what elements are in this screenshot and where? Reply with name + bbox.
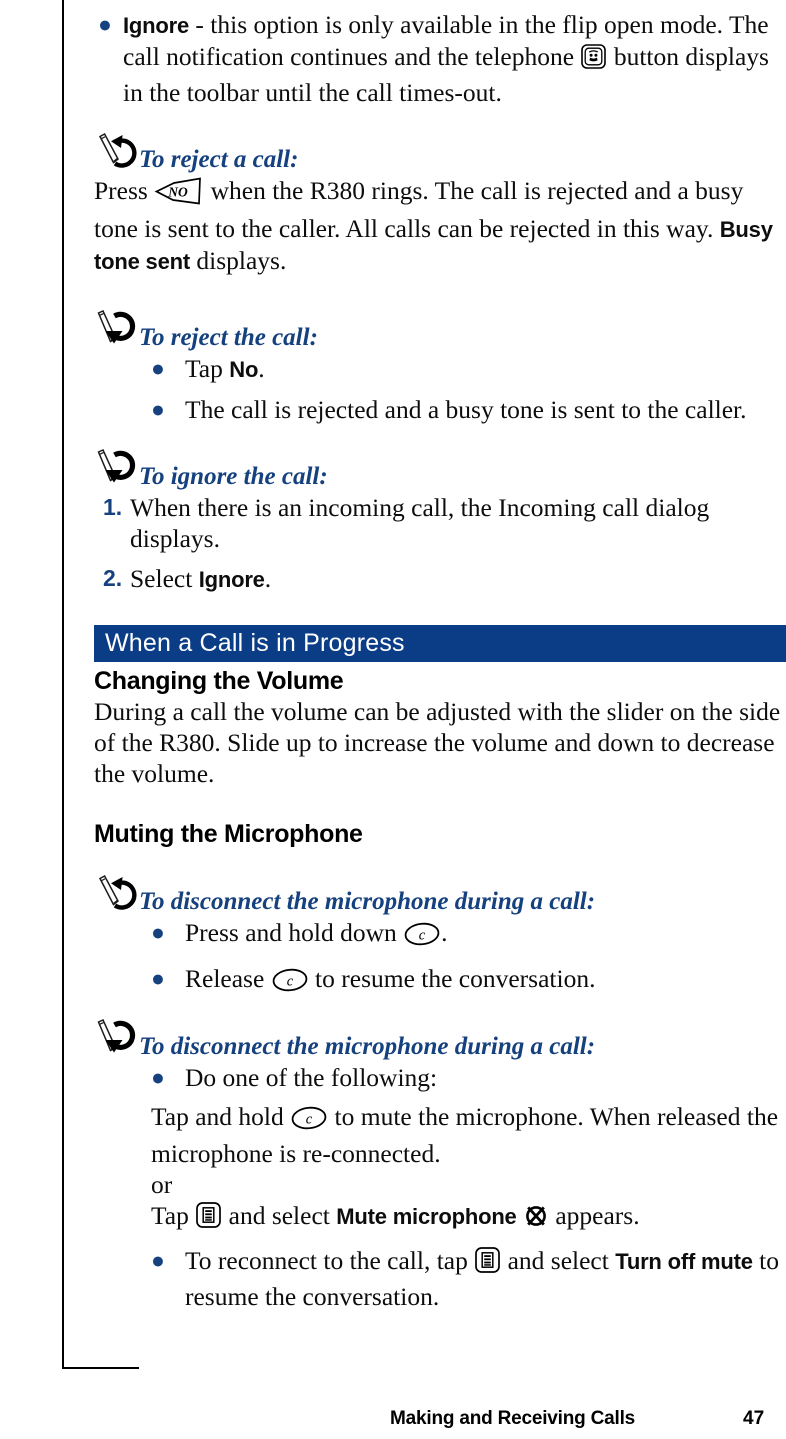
page-content: ● Ignore - this option is only available… [94, 0, 786, 1312]
ui-term-no: No [229, 357, 259, 382]
mute-menu-paragraph: Tap and select Mute microphone appears. [94, 1200, 786, 1236]
step-suffix: . [264, 564, 272, 593]
list-item: ● Ignore - this option is only available… [94, 9, 786, 108]
procedure-heading-label: To reject a call: [139, 146, 299, 173]
mute-instruction-paragraph: Tap and hold c to mute the microphone. W… [94, 1101, 786, 1169]
procedure-heading-label: To reject the call: [139, 324, 318, 351]
svg-text:c: c [419, 928, 426, 944]
reject-text-end: displays. [190, 246, 287, 275]
list-item-text: Ignore - this option is only available i… [123, 9, 786, 108]
bullet-marker: ● [151, 966, 165, 991]
reject-text-before-key: Press [94, 176, 155, 205]
page-frame-left-rule [62, 0, 64, 1369]
step-prefix: Select [130, 564, 199, 593]
footer-chapter-title: Making and Receiving Calls [390, 1408, 636, 1429]
procedure-heading-label: To ignore the call: [139, 463, 328, 490]
item-suffix: . [441, 918, 448, 947]
list-item: ● The call is rejected and a busy tone i… [94, 394, 786, 425]
ui-term-ignore: Ignore [198, 567, 265, 592]
para-prefix: Tap [151, 1201, 196, 1230]
list-item: ● Tap No. [94, 353, 786, 385]
item-suffix: to resume the conversation. [308, 964, 596, 993]
subheading-changing-the-volume: Changing the Volume [94, 667, 344, 695]
procedure-heading-reject-the-call: To reject the call: [94, 307, 786, 353]
stylus-undo-icon [92, 129, 138, 175]
step-number: 1. [103, 494, 123, 520]
c-key-icon: c [290, 1105, 328, 1138]
list-item: ● Do one of the following: [94, 1062, 786, 1093]
item-prefix: Tap [185, 354, 230, 383]
bullet-marker: ● [151, 1248, 165, 1273]
item-prefix: Press and hold down [185, 918, 404, 947]
page-frame-bottom-rule [62, 1367, 139, 1369]
list-item: ● Release c to resume the conversation. [94, 963, 786, 1000]
section-band-when-a-call-is-in-progress: When a Call is in Progress [94, 625, 786, 662]
stylus-undo-icon [92, 871, 138, 917]
list-item: 1. When there is an incoming call, the I… [94, 492, 786, 554]
step-text: Select Ignore. [130, 563, 786, 595]
para-mid: and select [222, 1201, 337, 1230]
bullet-marker: ● [151, 920, 165, 945]
bullet-marker: ● [151, 356, 165, 381]
step-number: 2. [103, 565, 123, 591]
footer-page-number: 47 [743, 1408, 765, 1429]
or-separator: or [151, 1170, 173, 1199]
item-mid: and select [501, 1246, 616, 1275]
list-item: ● To reconnect to the call, tap and sele… [94, 1245, 786, 1312]
flip-closed-icon [92, 307, 138, 353]
page-footer: Making and Receiving Calls 47 [0, 1408, 786, 1438]
changing-volume-paragraph: During a call the volume can be adjusted… [94, 697, 781, 788]
list-item-text: Release c to resume the conversation. [185, 963, 786, 1000]
list-item: ● Press and hold down c. [94, 917, 786, 954]
no-key-icon: NO [154, 176, 204, 213]
list-item-text: Tap No. [185, 353, 786, 385]
menu-button-icon [195, 1201, 222, 1236]
list-item: 2. Select Ignore. [94, 563, 786, 595]
procedure-heading-label: To disconnect the microphone during a ca… [139, 1033, 596, 1060]
item-suffix: . [258, 354, 265, 383]
para-suffix: appears. [548, 1201, 640, 1230]
list-item-text: The call is rejected and a busy tone is … [185, 395, 747, 424]
svg-text:NO: NO [167, 185, 188, 200]
ui-term-ignore: Ignore [123, 13, 190, 38]
procedure-heading-reject-a-call: To reject a call: [94, 129, 786, 175]
ui-term-turn-off-mute: Turn off mute [615, 1249, 753, 1274]
c-key-icon: c [403, 921, 441, 954]
item-prefix: To reconnect to the call, tap [185, 1246, 475, 1275]
bullet-marker: ● [98, 12, 112, 37]
telephone-button-icon [580, 43, 607, 77]
reject-a-call-paragraph: Press NO when the R380 rings. The call i… [94, 175, 786, 277]
para-prefix: Tap and hold [151, 1102, 291, 1131]
procedure-heading-ignore-the-call: To ignore the call: [94, 446, 786, 492]
mute-crossed-circle-icon [523, 1203, 549, 1236]
menu-button-icon [474, 1246, 501, 1281]
procedure-heading-label: To disconnect the microphone during a ca… [139, 888, 596, 915]
flip-closed-icon [92, 446, 138, 492]
procedure-heading-disconnect-mic-flip-closed: To disconnect the microphone during a ca… [94, 1016, 786, 1062]
bullet-marker: ● [151, 1065, 165, 1090]
svg-text:c: c [306, 1112, 313, 1128]
subheading-muting-the-microphone: Muting the Microphone [94, 820, 363, 848]
flip-closed-icon [92, 1016, 138, 1062]
item-prefix: Release [185, 964, 271, 993]
ui-term-mute-microphone: Mute microphone [336, 1204, 517, 1229]
list-item-text: To reconnect to the call, tap and select… [185, 1245, 786, 1312]
svg-text:c: c [286, 974, 293, 990]
c-key-icon: c [271, 967, 309, 1000]
list-item-text: Press and hold down c. [185, 917, 786, 954]
procedure-heading-disconnect-mic-flip-open: To disconnect the microphone during a ca… [94, 871, 786, 917]
bullet-marker: ● [151, 397, 165, 422]
step-text: When there is an incoming call, the Inco… [130, 493, 710, 553]
list-item-text: Do one of the following: [185, 1063, 438, 1092]
